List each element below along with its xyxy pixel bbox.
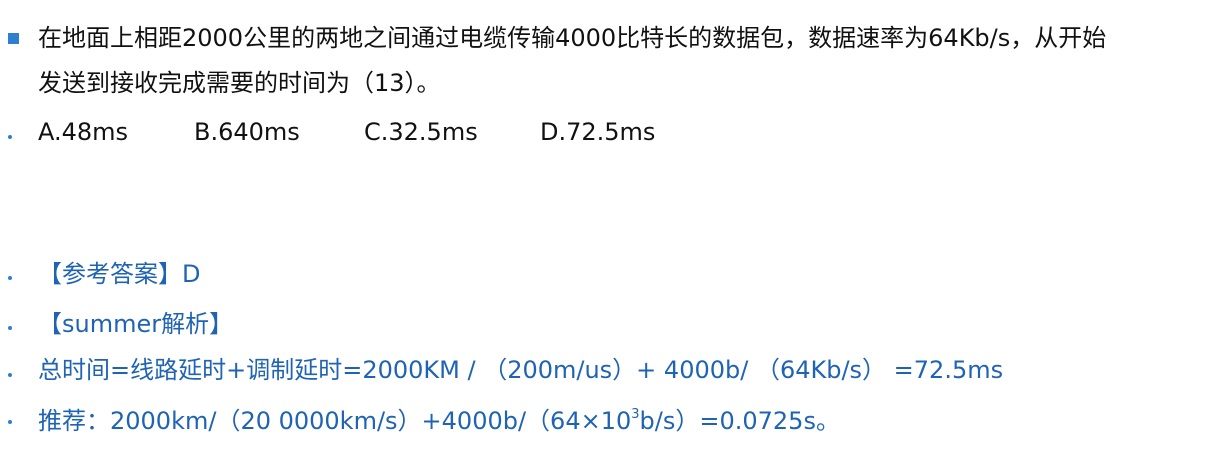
formula-exponent: 3 (631, 407, 640, 422)
option-a: A.48ms (38, 118, 129, 146)
question-line-1: 在地面上相距2000公里的两地之间通过电缆传输4000比特长的数据包，数据速率为… (38, 24, 1107, 52)
bullet-dot-icon (8, 135, 12, 139)
square-bullet-icon (8, 33, 19, 44)
option-c: C.32.5ms (364, 118, 478, 146)
bullet-dot-icon (8, 326, 12, 330)
option-b: B.640ms (194, 118, 300, 146)
question-line-2: 发送到接收完成需要的时间为（13）。 (38, 69, 441, 97)
formula-recommended-prefix: 推荐：2000km/（20 0000km/s）+4000b/（64×10 (38, 407, 632, 435)
reference-answer: 【参考答案】D (38, 260, 201, 288)
bullet-dot-icon (8, 420, 12, 424)
formula-recommended-suffix: b/s）=0.0725s。 (639, 407, 840, 435)
bullet-dot-icon (8, 276, 12, 280)
formula-recommended: 推荐：2000km/（20 0000km/s）+4000b/（64×103b/s… (38, 402, 840, 436)
formula-total-time: 总时间=线路延时+调制延时=2000KM / （200m/us）+ 4000b/… (38, 356, 1004, 384)
bullet-dot-icon (8, 373, 12, 377)
option-d: D.72.5ms (540, 118, 656, 146)
analysis-title: 【summer解析】 (38, 310, 234, 338)
options-row: A.48ms B.640ms C.32.5ms D.72.5ms (38, 117, 655, 147)
